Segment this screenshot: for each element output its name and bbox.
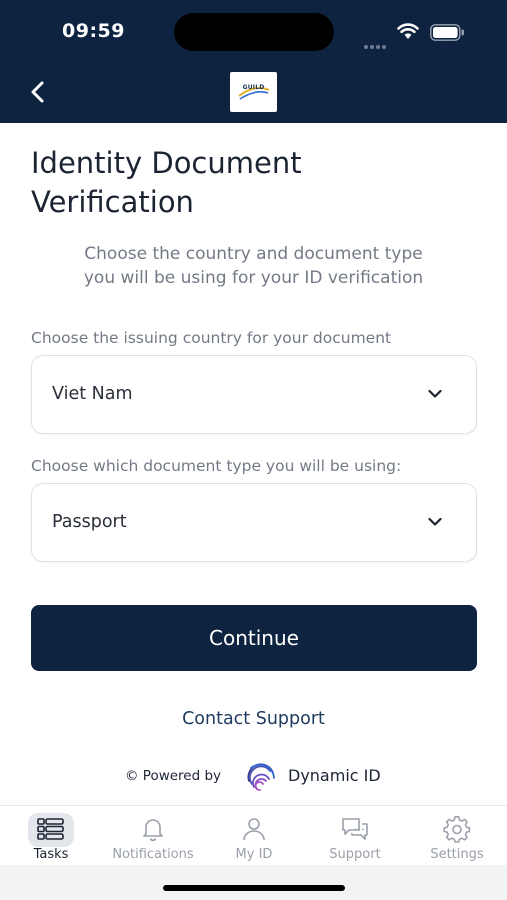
tasks-icon: [37, 818, 64, 840]
gear-icon: [443, 816, 471, 843]
tab-settings[interactable]: Settings: [422, 806, 492, 866]
chevron-down-icon: [428, 517, 442, 526]
tab-tasks[interactable]: Tasks: [22, 806, 80, 866]
app-header: 09:59 GUILD: [0, 0, 507, 123]
dynamic-island: [174, 13, 334, 51]
status-bar: 09:59: [0, 0, 507, 62]
fingerprint-icon: [247, 763, 275, 791]
back-arrow-icon[interactable]: [24, 78, 52, 106]
doctype-value: Passport: [52, 512, 127, 532]
contact-support-link[interactable]: Contact Support: [0, 709, 507, 729]
nav-bar: GUILD: [0, 62, 507, 123]
continue-button[interactable]: Continue: [31, 605, 477, 671]
tab-settings-label: Settings: [430, 847, 484, 862]
battery-icon: [430, 24, 464, 41]
page-subtitle: Choose the country and document type you…: [30, 242, 477, 290]
page-title-line-2: Verification: [31, 185, 194, 219]
tab-my-id-label: My ID: [235, 847, 273, 862]
tab-bar: Tasks Notifications My ID Support Settin…: [0, 805, 507, 865]
brand-name: Dynamic ID: [288, 766, 381, 785]
home-indicator[interactable]: [163, 885, 345, 891]
subtitle-line-2: you will be using for your ID verificati…: [83, 268, 424, 288]
subtitle-line-1: Choose the country and document type: [84, 244, 423, 264]
page-title-line-1: Identity Document: [31, 146, 302, 180]
powered-by: © Powered by Dynamic ID: [125, 759, 395, 795]
tab-notifications[interactable]: Notifications: [103, 806, 203, 866]
home-indicator-area: [0, 865, 507, 900]
cellular-signal-icon: [364, 34, 390, 49]
doctype-label: Choose which document type you will be u…: [31, 457, 402, 475]
tab-support-label: Support: [329, 847, 381, 862]
page-title: Identity Document Verification: [31, 144, 471, 222]
wifi-icon: [397, 23, 419, 39]
tab-tasks-label: Tasks: [33, 847, 69, 862]
chevron-down-icon: [428, 389, 442, 398]
country-label: Choose the issuing country for your docu…: [31, 329, 392, 347]
bell-icon: [143, 819, 163, 842]
powered-by-text: © Powered by: [125, 768, 222, 784]
tab-my-id[interactable]: My ID: [226, 806, 282, 866]
status-time: 09:59: [62, 20, 125, 42]
chat-icon: [342, 818, 368, 840]
country-value: Viet Nam: [52, 384, 133, 404]
logo-text: GUILD: [242, 84, 265, 91]
guild-logo: GUILD: [230, 72, 277, 112]
tab-notifications-label: Notifications: [112, 847, 194, 862]
person-icon: [243, 818, 265, 841]
doctype-select[interactable]: Passport: [31, 483, 477, 562]
tab-support[interactable]: Support: [320, 806, 390, 866]
country-select[interactable]: Viet Nam: [31, 355, 477, 434]
